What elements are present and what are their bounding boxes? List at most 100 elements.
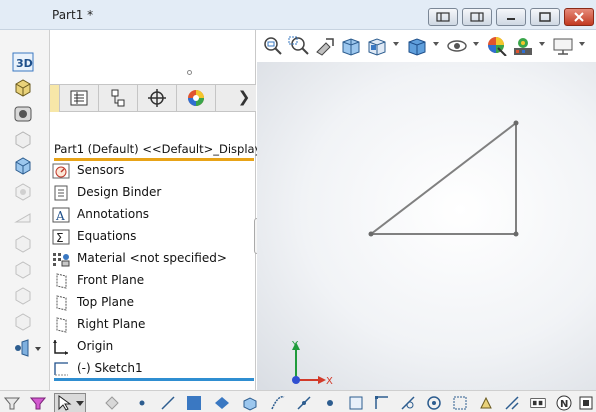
cube-faded-icon[interactable]: [12, 182, 34, 202]
3d-label: 3D: [16, 57, 33, 70]
cube-faded-icon[interactable]: [12, 208, 34, 228]
trim-icon[interactable]: [452, 395, 468, 411]
triad-y-label: Y: [291, 340, 299, 351]
origin-icon: [53, 340, 68, 355]
point-icon[interactable]: [134, 395, 150, 411]
chevron-down-icon[interactable]: [539, 42, 545, 46]
part-faded-icon[interactable]: [12, 130, 34, 150]
chevron-down-icon[interactable]: [579, 42, 585, 46]
select-button[interactable]: [54, 393, 86, 412]
sketch-point[interactable]: [513, 120, 519, 126]
display-manager-icon: [188, 90, 204, 106]
tree-item-front-plane[interactable]: Front Plane: [52, 270, 254, 292]
point-tool-icon[interactable]: [296, 395, 312, 411]
maximize-icon: [539, 12, 551, 22]
selection-tool-icon[interactable]: [104, 395, 120, 411]
convert-icon[interactable]: [478, 395, 494, 411]
zoom-area-icon[interactable]: [288, 36, 310, 56]
tree-item-right-plane[interactable]: Right Plane: [52, 314, 254, 336]
display-style-icon[interactable]: [406, 36, 428, 56]
edit-appearance-icon[interactable]: [486, 36, 508, 56]
tree-item-label: Front Plane: [77, 273, 145, 287]
select-icon: [58, 395, 72, 411]
tree-item-label: (-) Sketch1: [77, 361, 143, 375]
zoom-to-fit-icon[interactable]: [262, 36, 284, 56]
minimize-button[interactable]: [496, 8, 526, 26]
hide-show-icon[interactable]: [446, 36, 468, 56]
cube-faded-icon[interactable]: [12, 312, 34, 332]
property-tab[interactable]: [60, 85, 99, 112]
chevron-down-icon[interactable]: [393, 42, 399, 46]
panel-splitter[interactable]: [187, 70, 192, 75]
smart-dim-icon[interactable]: N: [556, 395, 572, 411]
annotations-icon: A: [52, 207, 70, 223]
sketch-icon[interactable]: [348, 395, 364, 411]
normal-to-icon[interactable]: [578, 395, 594, 411]
tree-item-sensors[interactable]: Sensors: [52, 160, 254, 182]
tree-item-top-plane[interactable]: Top Plane: [52, 292, 254, 314]
title-bar: Part1 *: [0, 0, 596, 30]
offset-icon[interactable]: [504, 395, 520, 411]
cube-icon[interactable]: [12, 156, 34, 176]
minimize-icon: [507, 18, 515, 20]
more-icon[interactable]: [12, 338, 41, 358]
chevron-down-icon[interactable]: [433, 42, 439, 46]
tree-item-label: Equations: [77, 229, 137, 243]
surface-icon[interactable]: [186, 395, 202, 411]
part-root-node[interactable]: Part1 (Default) <<Default>_Display Sta: [54, 142, 284, 156]
reference-triad: Y X: [291, 340, 333, 387]
plane-icon[interactable]: [214, 395, 230, 411]
tree-item-material[interactable]: Material <not specified>: [52, 248, 254, 270]
close-button[interactable]: [564, 8, 594, 26]
tree-item-label: Origin: [77, 339, 114, 353]
mirror-icon[interactable]: [426, 395, 442, 411]
left-command-toolbar: 3D: [0, 30, 50, 390]
sketch-point[interactable]: [513, 231, 519, 237]
cube-faded-icon[interactable]: [12, 260, 34, 280]
tree-item-equations[interactable]: Σ Equations: [52, 226, 254, 248]
sketch-line-hypotenuse[interactable]: [370, 122, 517, 235]
view-settings-icon[interactable]: [552, 36, 574, 56]
pattern-icon[interactable]: [530, 395, 546, 411]
plane-icon: [56, 273, 67, 289]
cube-faded-icon[interactable]: [12, 234, 34, 254]
tree-item-sketch1[interactable]: (-) Sketch1: [52, 358, 254, 380]
sensors-icon: [52, 163, 70, 179]
tree-item-origin[interactable]: Origin: [52, 336, 254, 358]
sketch-point[interactable]: [368, 231, 374, 237]
tree-item-label: Top Plane: [77, 295, 134, 309]
tree-item-design-binder[interactable]: Design Binder: [52, 182, 254, 204]
rectangle-icon[interactable]: [322, 395, 338, 411]
relation-icon[interactable]: [400, 395, 416, 411]
property-manager-icon: [70, 90, 88, 106]
feature-tree-tab[interactable]: [30, 85, 50, 112]
rollback-bar[interactable]: [54, 378, 254, 381]
tile-right-button[interactable]: [462, 8, 492, 26]
3d-icon[interactable]: 3D: [12, 52, 34, 72]
filter-toggle-icon[interactable]: [30, 395, 46, 411]
tree-item-annotations[interactable]: A Annotations: [52, 204, 254, 226]
dimxpert-icon: [148, 89, 166, 107]
feature-tree-tab-active[interactable]: [50, 85, 60, 112]
tile-left-button[interactable]: [428, 8, 458, 26]
line-icon[interactable]: [160, 395, 176, 411]
chevron-down-icon[interactable]: [473, 42, 479, 46]
display-manager-tab[interactable]: [177, 85, 216, 112]
plane-icon: [56, 295, 67, 311]
triad-x-label: X: [326, 376, 333, 387]
curve-icon[interactable]: [270, 395, 286, 411]
previous-view-icon[interactable]: [314, 36, 336, 56]
section-view-icon[interactable]: [340, 36, 362, 56]
view-orientation-icon[interactable]: [366, 36, 388, 56]
tile-right-icon: [470, 12, 484, 22]
dimension-icon[interactable]: [374, 395, 390, 411]
dimxpert-tab[interactable]: [138, 85, 177, 112]
maximize-button[interactable]: [530, 8, 560, 26]
apply-scene-icon[interactable]: [512, 36, 534, 56]
filter-icon[interactable]: [4, 395, 20, 411]
tree-item-label: Material <not specified>: [77, 251, 227, 265]
axis-icon[interactable]: [242, 395, 258, 411]
cube-faded-icon[interactable]: [12, 286, 34, 306]
chevron-right-icon[interactable]: ❯: [236, 88, 252, 108]
configuration-tab[interactable]: [99, 85, 138, 112]
